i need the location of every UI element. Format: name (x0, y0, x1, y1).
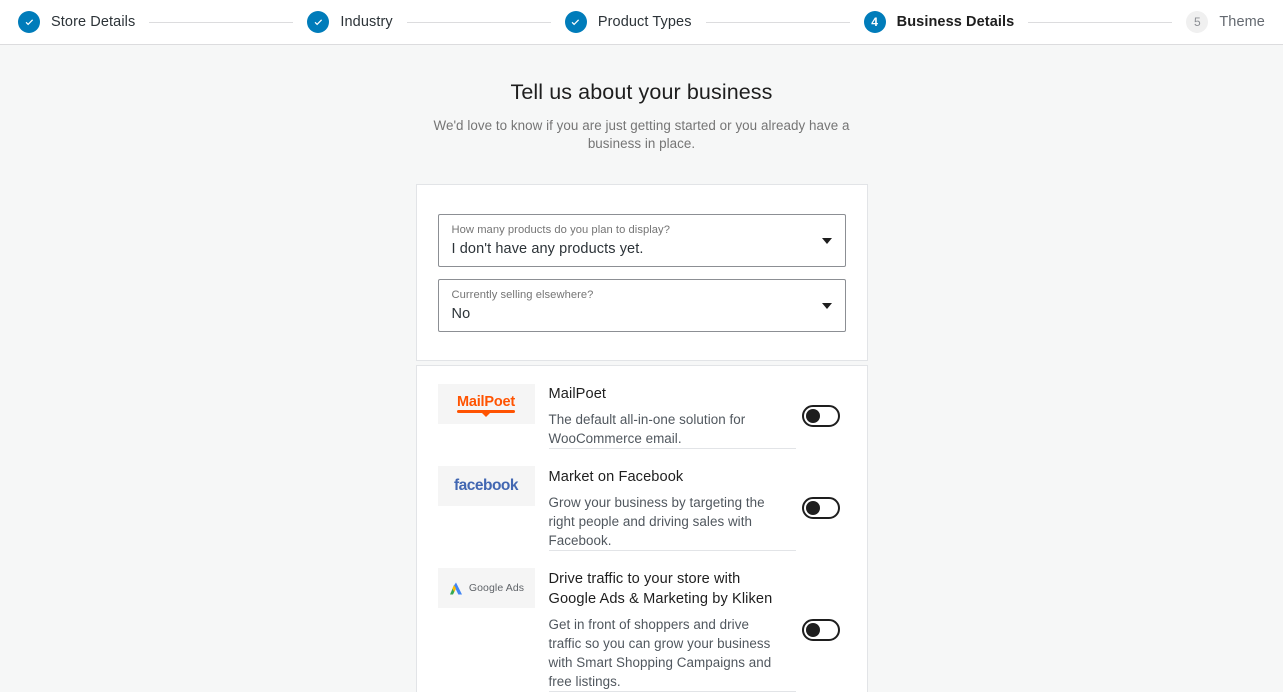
chevron-down-icon (821, 302, 832, 309)
selling-elsewhere-select[interactable]: Currently selling elsewhere? No (437, 279, 846, 332)
plugin-description: Grow your business by targeting the righ… (548, 495, 765, 548)
check-icon (18, 11, 40, 33)
toggle-knob (805, 409, 820, 423)
stepper-step-industry[interactable]: Industry (307, 11, 393, 33)
step-connector-line (149, 21, 294, 23)
plugin-title: MailPoet (548, 386, 607, 402)
stepper-step-store-details[interactable]: Store Details (18, 11, 135, 33)
onboarding-stepper: Store Details Industry Product Types 4 Busin… (18, 11, 1265, 33)
stepper-step-label: Industry (340, 14, 393, 30)
toggle-knob (805, 501, 820, 515)
step-connector-line (705, 21, 850, 23)
plugin-text-block: Drive traffic to your store with Google … (548, 550, 796, 691)
plugin-toggle-switch[interactable] (801, 405, 840, 427)
onboarding-stepper-bar: Store Details Industry Product Types 4 Busin… (0, 0, 1283, 45)
plugin-description: The default all-in-one solution for WooC… (548, 412, 746, 446)
business-details-form-card: How many products do you plan to display… (415, 184, 868, 361)
plugin-toggle-cell (796, 497, 846, 519)
facebook-logo: facebook (453, 477, 519, 494)
stepper-step-business-details[interactable]: 4 Business Details (863, 11, 1015, 33)
plugin-toggle-cell (796, 618, 846, 641)
plugin-toggle-switch[interactable] (801, 497, 840, 519)
products-count-select[interactable]: How many products do you plan to display… (437, 214, 846, 267)
step-connector-line (1028, 21, 1173, 23)
stepper-step-label: Store Details (51, 14, 136, 30)
plugin-title: Market on Facebook (548, 469, 684, 485)
mailpoet-logo: MailPoet (456, 394, 515, 417)
page-title: Tell us about your business (510, 80, 773, 104)
step-number-badge: 4 (863, 11, 886, 33)
page-header: Tell us about your business We'd love to… (416, 78, 868, 153)
plugin-logo-cell: MailPoet (437, 384, 535, 424)
selling-elsewhere-label: Currently selling elsewhere? (451, 289, 594, 301)
card-stack: How many products do you plan to display… (415, 184, 868, 692)
plugin-text-block: Market on Facebook Grow your business by … (548, 448, 796, 550)
check-icon (564, 11, 587, 33)
google-ads-logo: Google Ads (448, 581, 524, 596)
stepper-step-product-types[interactable]: Product Types (564, 11, 692, 33)
plugin-logo-cell: facebook (437, 466, 535, 506)
stepper-step-label: Product Types (597, 14, 692, 30)
chevron-down-icon (821, 237, 832, 244)
stepper-step-theme[interactable]: 5 Theme (1186, 11, 1265, 33)
plugin-title: Drive traffic to your store with Google … (548, 571, 773, 607)
plugin-row: Google Ads Drive traffic to your store wi… (437, 550, 846, 691)
toggle-knob (805, 622, 820, 637)
stepper-step-label: Theme (1219, 14, 1265, 30)
page-subtitle: We'd love to know if you are just gettin… (433, 118, 850, 151)
stepper-step-label: Business Details (896, 14, 1015, 30)
plugin-toggle-switch[interactable] (801, 618, 840, 641)
recommended-plugins-card: MailPoet MailPoet The default all-in-one s… (415, 365, 868, 692)
products-count-value: I don't have any products yet. (451, 241, 644, 257)
plugin-toggle-cell (796, 405, 846, 427)
plugin-description: Get in front of shoppers and drive traff… (548, 617, 772, 689)
plugin-row: facebook Market on Facebook Grow your busi… (437, 448, 846, 550)
selling-elsewhere-value: No (451, 306, 471, 322)
products-count-label: How many products do you plan to display… (451, 224, 670, 236)
page-content: Tell us about your business We'd love to… (0, 45, 1283, 692)
plugin-logo-cell: Google Ads (437, 568, 535, 608)
check-icon (307, 11, 330, 33)
plugin-text-block: MailPoet The default all-in-one solution … (549, 384, 796, 448)
step-number-badge: 5 (1186, 11, 1209, 33)
plugin-row: MailPoet MailPoet The default all-in-one s… (437, 366, 846, 448)
step-connector-line (406, 21, 551, 23)
